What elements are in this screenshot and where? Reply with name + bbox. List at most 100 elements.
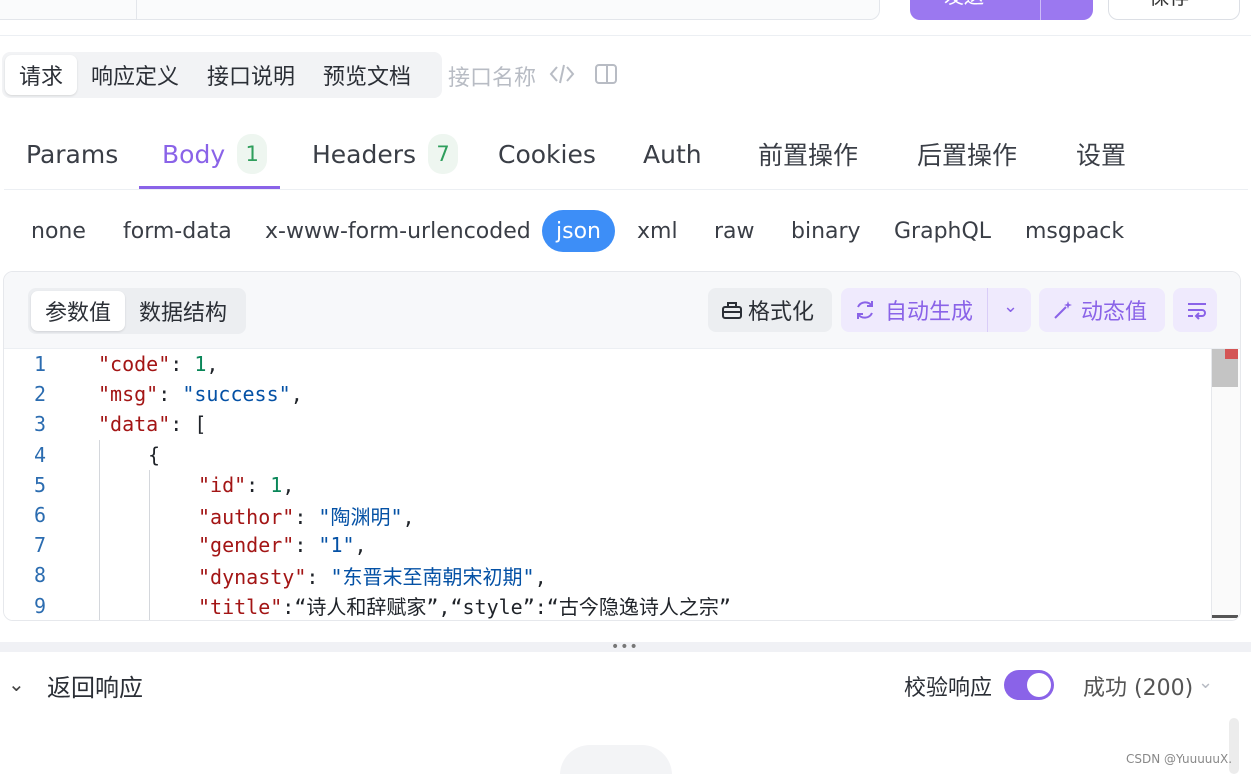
code-token: "author" [198,504,295,529]
word-wrap-button[interactable] [1173,288,1217,332]
code-token: : [306,564,331,589]
auto-generate-button[interactable]: 自动生成 ⌄ [841,288,1031,332]
dynamic-value-label: 动态值 [1081,300,1148,325]
url-input[interactable] [0,0,880,20]
code-token: , [534,564,547,589]
line-number: 5 [34,472,47,497]
json-code-editor[interactable]: 1 "code": 1, 2 "msg": "success", 3 "data": [4… [4,349,1210,620]
body-type-form-data[interactable]: form-data [123,210,232,252]
view-tab-values[interactable]: 参数值 [31,291,126,331]
tab-params[interactable]: Params [26,118,118,190]
tab-body[interactable]: Body 1 [162,118,268,190]
body-type-urlencoded[interactable]: x-www-form-urlencoded [265,210,531,252]
code-text: "id": 1, [198,473,294,497]
code-token: , [282,472,295,497]
editor-toolbar: 参数值 数据结构 格式化 自动生成 ⌄ 动态值 [4,272,1240,349]
code-text: { [148,443,160,467]
tab-headers-badge: 7 [428,134,459,174]
tab-pre-operations[interactable]: 前置操作 [758,118,858,190]
auto-generate-split [987,288,988,332]
tab-auth-label: Auth [643,139,702,169]
subtab-preview-docs[interactable]: 预览文档 [309,55,425,95]
tab-headers[interactable]: Headers 7 [312,118,459,190]
format-icon [722,302,742,319]
body-type-json[interactable]: json [542,210,615,252]
verify-response-toggle[interactable] [1004,670,1054,700]
line-number: 9 [34,593,47,618]
tab-auth[interactable]: Auth [643,118,702,190]
code-line: 4{ [4,440,1210,470]
view-tab-schema[interactable]: 数据结构 [125,291,241,331]
editor-view-tabs: 参数值 数据结构 [28,288,246,334]
body-type-msgpack[interactable]: msgpack [1025,210,1124,252]
tab-settings[interactable]: 设置 [1076,118,1126,190]
code-token: "gender" [198,533,295,558]
code-token: 1 [194,352,207,376]
scrollbar-error-marker [1225,349,1238,359]
code-text: "author": "陶渊明", [198,501,415,530]
drag-handle-icon[interactable]: ••• [611,640,639,654]
editor-scrollbar[interactable] [1211,349,1240,620]
dynamic-value-button[interactable]: 动态值 [1039,288,1165,332]
top-bar: 发送 保存 [0,0,1251,36]
pane-splitter[interactable]: ••• [0,640,1251,654]
watermark: CSDN @YuuuuuX. [1126,752,1233,766]
code-icon[interactable] [548,62,576,86]
code-token: "dynasty" [198,564,307,589]
code-token: "msg" [98,382,159,407]
response-section-title[interactable]: 返回响应 [47,668,143,703]
body-editor-panel: 参数值 数据结构 格式化 自动生成 ⌄ 动态值 1 "code": 1, 2 "… [3,271,1241,621]
code-token: , [206,352,219,376]
code-line: 8 "dynasty": "东晋末至南朝宋初期", [4,560,1210,590]
code-token: :“诗人和辞赋家”,“style”:“古今隐逸诗人之宗” [282,595,731,620]
line-number: 4 [34,442,47,467]
chevron-down-icon[interactable]: ⌄ [1003,296,1018,317]
code-text: "title":“诗人和辞赋家”,“style”:“古今隐逸诗人之宗” [198,591,731,620]
body-type-xml[interactable]: xml [637,210,678,252]
code-text: "dynasty": "东晋末至南朝宋初期", [198,561,547,590]
tab-body-label: Body [162,139,226,169]
tab-post-operations[interactable]: 后置操作 [917,118,1017,190]
line-number: 1 [34,352,47,376]
code-token: "code" [98,352,171,376]
code-token: "id" [198,472,247,497]
subtab-api-description[interactable]: 接口说明 [193,55,309,95]
refresh-icon [857,301,873,319]
body-type-none[interactable]: none [31,210,86,252]
active-tab-underline [139,186,280,189]
code-token: : [158,382,183,407]
body-type-graphql[interactable]: GraphQL [894,210,991,252]
code-token: : [294,504,319,529]
code-line: 1 "code": 1, [4,349,1210,379]
code-token: "data" [98,412,171,437]
auto-generate-label: 自动生成 [885,300,974,325]
code-line: 5 "id": 1, [4,470,1210,500]
save-button[interactable]: 保存 [1108,0,1240,20]
code-token: "1" [318,533,355,558]
line-number: 7 [34,533,47,558]
format-label: 格式化 [748,300,815,325]
response-status-select[interactable]: 成功 (200) [1083,670,1193,702]
code-line: 3 "data": [ [4,409,1210,439]
subtab-request[interactable]: 请求 [5,55,78,95]
body-type-raw[interactable]: raw [714,210,755,252]
code-line: 2 "msg": "success", [4,379,1210,409]
tab-cookies[interactable]: Cookies [498,118,596,190]
subtab-response-definition[interactable]: 响应定义 [77,55,193,95]
body-type-binary[interactable]: binary [791,210,861,252]
side-panel-icon[interactable] [595,64,617,84]
api-name-input[interactable]: 接口名称 [448,60,536,92]
scrollbar-bottom-marker [1212,615,1238,618]
empty-state-illustration [560,745,672,774]
save-button-label: 保存 [1149,0,1189,10]
chevron-down-icon[interactable]: ⌄ [8,672,25,696]
code-token: 1 [270,472,283,497]
code-token: , [290,382,303,407]
tab-headers-label: Headers [312,139,417,169]
send-button[interactable]: 发送 [910,0,1093,20]
chevron-down-icon[interactable]: ⌄ [1198,672,1213,693]
code-line: 7 "gender": "1", [4,530,1210,560]
request-subtabs: 请求 响应定义 接口说明 预览文档 [2,52,442,98]
code-line: 6 "author": "陶渊明", [4,500,1210,530]
format-button[interactable]: 格式化 [708,288,832,332]
